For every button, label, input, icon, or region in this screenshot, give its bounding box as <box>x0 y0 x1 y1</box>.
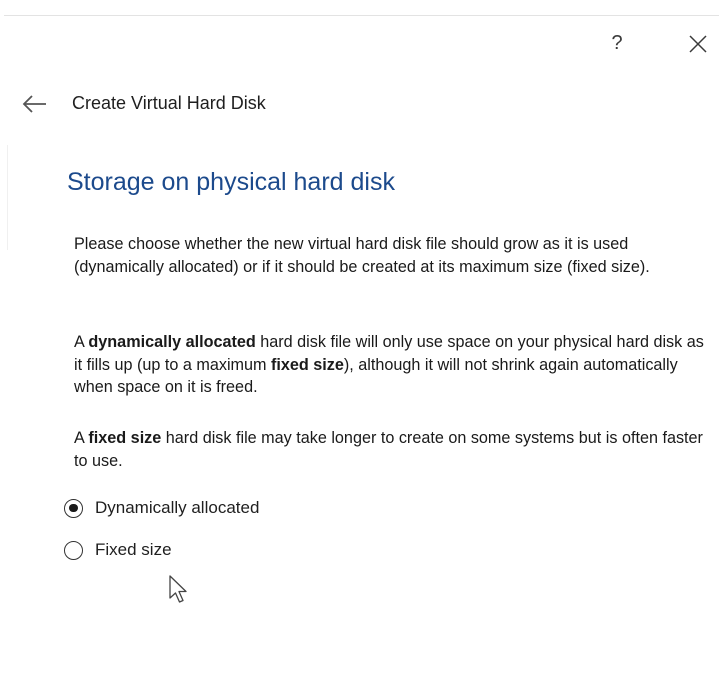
radio-button-unchecked[interactable] <box>64 540 83 560</box>
fixed-description-paragraph: A fixed size hard disk file may take lon… <box>74 427 714 472</box>
radio-label-dynamic[interactable]: Dynamically allocated <box>95 498 259 518</box>
dynamic-para-bold-dynamic: dynamically allocated <box>88 333 256 351</box>
radio-fixed-size[interactable]: Fixed size <box>64 537 172 563</box>
left-edge-divider <box>7 145 8 250</box>
dynamic-para-pre: A <box>74 333 89 351</box>
create-virtual-hard-disk-dialog: ? Create Virtual Hard Disk Storage on ph… <box>0 0 727 699</box>
top-divider <box>4 15 719 16</box>
dialog-title: Create Virtual Hard Disk <box>72 93 266 113</box>
radio-dynamically-allocated[interactable]: Dynamically allocated <box>64 495 259 521</box>
radio-selected-dot <box>69 503 78 512</box>
fixed-para-pre: A <box>74 429 89 447</box>
fixed-para-post: hard disk file may take longer to create… <box>74 429 703 470</box>
radio-label-fixed[interactable]: Fixed size <box>95 540 172 560</box>
back-button[interactable] <box>20 91 50 117</box>
close-icon <box>689 35 707 53</box>
intro-paragraph: Please choose whether the new virtual ha… <box>74 235 650 276</box>
mouse-pointer-icon <box>169 575 187 603</box>
dynamic-description-paragraph: A dynamically allocated hard disk file w… <box>74 331 714 399</box>
dynamic-para-bold-fixed: fixed size <box>271 355 344 374</box>
help-button[interactable]: ? <box>604 30 630 56</box>
fixed-para-bold: fixed size <box>88 429 162 447</box>
radio-button-checked[interactable] <box>64 498 83 518</box>
back-arrow-icon <box>22 95 46 113</box>
page-heading: Storage on physical hard disk <box>67 168 395 196</box>
close-button[interactable] <box>684 30 712 58</box>
